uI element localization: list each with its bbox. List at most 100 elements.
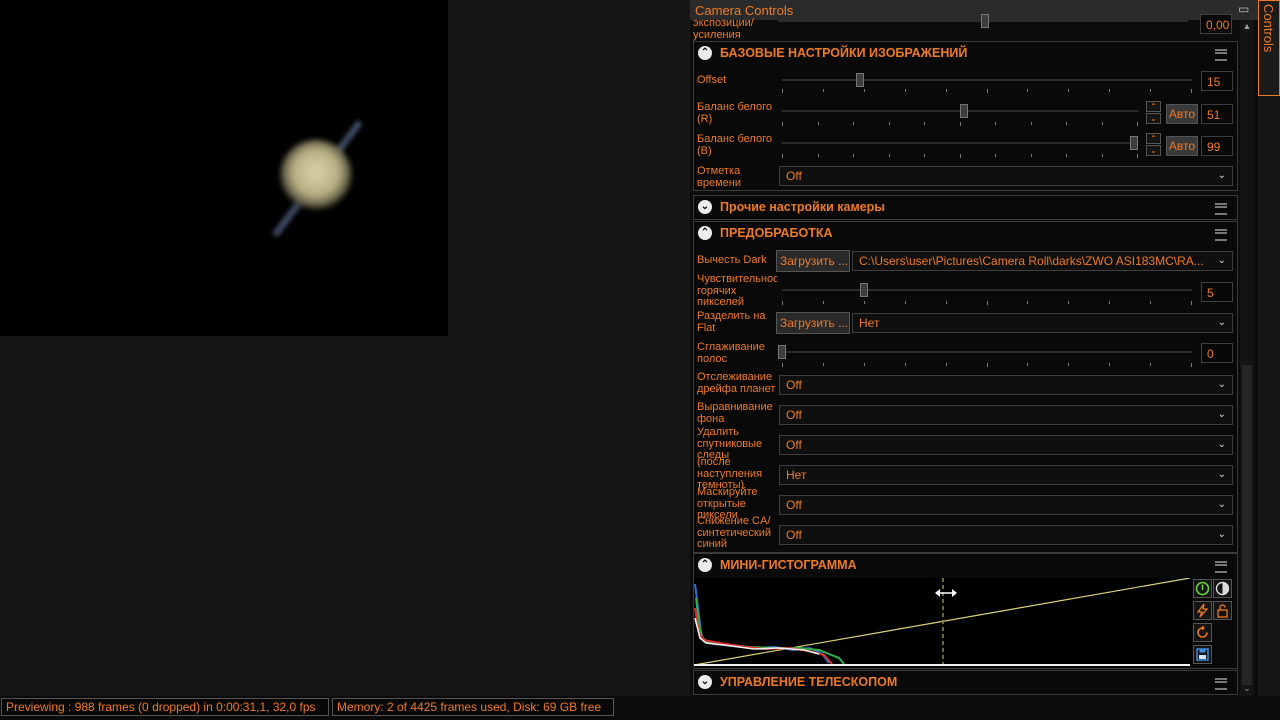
wb-b-value[interactable]: 99 [1201, 136, 1233, 156]
spin-up-icon[interactable]: ⌃ [1146, 133, 1161, 144]
offset-value[interactable]: 15 [1201, 71, 1233, 91]
banding-smoothing-slider[interactable] [778, 345, 1192, 359]
slider-thumb[interactable] [981, 14, 989, 28]
slider-tick [904, 363, 906, 366]
wb-b-auto-button[interactable]: Авто [1166, 136, 1198, 156]
ca-reduction-select[interactable]: Off ⌄ [779, 525, 1233, 545]
section-header[interactable]: ⌃ ПРЕДОБРАБОТКА [694, 222, 1237, 245]
timestamp-select[interactable]: Off ⌄ [779, 166, 1233, 186]
slider-thumb[interactable] [856, 73, 864, 87]
slider-tick [1150, 363, 1152, 366]
hamburger-menu-icon[interactable] [1215, 49, 1227, 61]
slider-thumb[interactable] [778, 345, 786, 359]
hamburger-menu-icon[interactable] [1215, 678, 1227, 690]
satellite-trails-select[interactable]: Off ⌄ [779, 435, 1233, 455]
slider-tick [1101, 154, 1103, 157]
lightning-icon[interactable] [1193, 601, 1212, 620]
scroll-down-icon[interactable]: ⌄ [1240, 682, 1254, 694]
wb-r-auto-button[interactable]: Авто [1166, 104, 1198, 124]
slider-tick [817, 154, 819, 157]
mask-pixels-value: Off [786, 498, 802, 512]
slider-tick [1027, 363, 1029, 366]
slider-tick [782, 301, 783, 305]
save-icon[interactable] [1193, 645, 1212, 664]
wb-r-slider[interactable] [782, 104, 1138, 118]
section-header[interactable]: ⌃ БАЗОВЫЕ НАСТРОЙКИ ИЗОБРАЖЕНИЙ [694, 42, 1237, 65]
slider-tick [959, 122, 961, 126]
camera-controls-side-tab[interactable]: Camera Controls [1258, 0, 1280, 96]
slider-thumb[interactable] [1130, 136, 1138, 150]
histogram-canvas[interactable] [693, 577, 1193, 666]
hot-pixel-row: Чувствительность горячих пикселей 5 [694, 274, 1237, 308]
reset-icon[interactable] [1193, 623, 1212, 642]
expand-chevron-icon[interactable]: ⌄ [698, 200, 712, 214]
histogram-red [694, 607, 833, 665]
timestamp-value: Off [786, 169, 802, 183]
load-dark-button[interactable]: Загрузить ... [776, 250, 850, 272]
slider-tick [782, 89, 783, 93]
slider-tick [1109, 363, 1111, 366]
banding-smoothing-value[interactable]: 0 [1201, 343, 1233, 363]
lock-icon[interactable] [1213, 601, 1232, 620]
offset-slider[interactable] [782, 73, 1192, 87]
dark-file-select[interactable]: C:\Users\user\Pictures\Camera Roll\darks… [852, 251, 1233, 271]
panel-scrollbar[interactable]: ▲ ⌄ [1240, 20, 1254, 696]
flat-file-select[interactable]: Нет ⌄ [852, 313, 1233, 333]
wb-b-slider[interactable] [782, 136, 1138, 150]
hot-pixel-slider[interactable] [782, 283, 1192, 297]
contrast-icon[interactable] [1213, 579, 1232, 598]
collapse-chevron-icon[interactable]: ⌃ [698, 46, 712, 60]
after-dark-select[interactable]: Нет ⌄ [779, 465, 1233, 485]
background-leveling-select[interactable]: Off ⌄ [779, 405, 1233, 425]
planet-drift-select[interactable]: Off ⌄ [779, 375, 1233, 395]
auto-stretch-icon[interactable] [1193, 579, 1212, 598]
mask-pixels-select[interactable]: Off ⌄ [779, 495, 1233, 515]
section-header[interactable]: ⌄ Прочие настройки камеры [694, 196, 1237, 219]
slider-tick [986, 363, 988, 367]
slider-tick [945, 301, 947, 304]
planet-drift-label: Отслеживание дрейфа планет [697, 372, 776, 395]
hamburger-menu-icon[interactable] [1215, 203, 1227, 215]
slider-tick [863, 301, 865, 304]
slider-tick [782, 154, 783, 158]
hot-pixel-label: Чувствительность горячих пикселей [697, 274, 777, 307]
slider-thumb[interactable] [860, 283, 868, 297]
scroll-thumb[interactable] [1242, 365, 1252, 685]
hamburger-menu-icon[interactable] [1215, 561, 1227, 573]
scroll-up-icon[interactable]: ▲ [1240, 20, 1254, 32]
spin-up-icon[interactable]: ⌃ [1146, 101, 1161, 112]
pin-icon[interactable]: ▭ [1238, 2, 1250, 16]
slider-tick [853, 154, 854, 157]
collapse-chevron-icon[interactable]: ⌃ [698, 226, 712, 240]
camera-preview[interactable] [0, 0, 448, 336]
load-flat-button[interactable]: Загрузить ... [776, 312, 850, 334]
slider-tick [945, 363, 947, 366]
satellite-trails-label: Удалить спутниковые следы [697, 427, 763, 460]
wb-r-value[interactable]: 51 [1201, 104, 1233, 124]
collapse-chevron-icon[interactable]: ⌃ [698, 558, 712, 572]
section-header[interactable]: ⌃ МИНИ-ГИСТОГРАММА [694, 554, 1237, 577]
slider-tick [995, 154, 996, 157]
slider-tick [995, 122, 996, 125]
slider-ticks [782, 301, 1192, 306]
slider-tick [1137, 154, 1138, 158]
exposure-gain-value[interactable]: 0,00 [1200, 14, 1232, 34]
hot-pixel-value[interactable]: 5 [1201, 282, 1233, 302]
timestamp-label: Отметка времени [697, 166, 741, 189]
chevron-down-icon: ⌄ [1217, 255, 1226, 266]
planet-image [272, 119, 363, 238]
slider-tick [888, 122, 890, 125]
slider-tick [1066, 122, 1067, 125]
expand-chevron-icon[interactable]: ⌄ [698, 675, 712, 689]
camera-controls-panel: Camera Controls ▭ экспозиции/ усиления 0… [690, 0, 1258, 696]
histogram-plot [693, 577, 1191, 666]
slider-thumb[interactable] [960, 104, 968, 118]
section-header[interactable]: ⌄ УПРАВЛЕНИЕ ТЕЛЕСКОПОМ [694, 671, 1237, 694]
spin-down-icon[interactable]: ⌄ [1146, 113, 1161, 124]
after-dark-label: (после наступления темноты) [697, 457, 763, 490]
slider-tick [822, 301, 824, 304]
hamburger-menu-icon[interactable] [1215, 229, 1227, 241]
slider-tick [1109, 301, 1111, 304]
spin-down-icon[interactable]: ⌄ [1146, 145, 1161, 156]
exposure-gain-slider[interactable] [778, 14, 1188, 28]
